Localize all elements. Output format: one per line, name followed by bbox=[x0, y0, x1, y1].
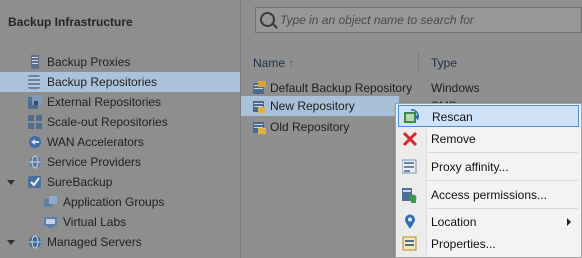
wan-accelerator-icon bbox=[28, 135, 42, 149]
infrastructure-panel: Backup Infrastructure Backup Proxies Bac… bbox=[0, 0, 241, 258]
menu-item-rescan[interactable]: Rescan bbox=[398, 105, 579, 127]
menu-item-label: Location bbox=[431, 215, 477, 229]
column-header-type[interactable]: Type bbox=[431, 56, 457, 70]
menu-separator bbox=[428, 152, 578, 153]
external-repository-icon bbox=[28, 95, 42, 109]
table-row-selected[interactable]: New Repository bbox=[241, 96, 399, 116]
menu-item-access-permissions[interactable]: Access permissions... bbox=[398, 184, 579, 206]
repository-type: Windows bbox=[431, 81, 480, 95]
menu-item-label: Properties... bbox=[431, 237, 496, 251]
sort-ascending-icon: ↑ bbox=[288, 56, 295, 70]
proxy-icon bbox=[28, 55, 42, 69]
tree-item-label: External Repositories bbox=[47, 95, 162, 109]
menu-item-remove[interactable]: Remove bbox=[398, 128, 579, 150]
service-provider-icon bbox=[28, 155, 42, 169]
column-separator[interactable] bbox=[418, 52, 419, 72]
repository-name: Default Backup Repository bbox=[270, 81, 413, 95]
tree-item-label: Virtual Labs bbox=[63, 215, 127, 229]
location-icon bbox=[402, 214, 418, 230]
tree-item-managed-servers[interactable]: Managed Servers bbox=[0, 232, 240, 252]
column-header-name[interactable]: Name ↑ bbox=[253, 56, 294, 70]
menu-item-proxy-affinity[interactable]: Proxy affinity... bbox=[398, 156, 579, 178]
tree-item-application-groups[interactable]: Application Groups bbox=[0, 192, 240, 212]
menu-item-properties[interactable]: Properties... bbox=[398, 233, 579, 255]
menu-separator bbox=[428, 208, 578, 209]
context-menu: Rescan Remove Proxy affinity... Access p… bbox=[395, 103, 582, 258]
menu-item-label: Access permissions... bbox=[431, 188, 548, 202]
tree-item-label: Service Providers bbox=[47, 155, 142, 169]
repository-icon bbox=[252, 81, 266, 95]
menu-item-label: Rescan bbox=[432, 110, 473, 124]
search-icon bbox=[260, 12, 275, 27]
scaleout-repository-icon bbox=[28, 115, 42, 129]
menu-item-location[interactable]: Location bbox=[398, 211, 579, 233]
menu-item-label: Proxy affinity... bbox=[431, 160, 509, 174]
tree-item-label: Backup Proxies bbox=[47, 55, 131, 69]
collapse-arrow-icon[interactable] bbox=[7, 240, 15, 245]
tree-item-external-repositories[interactable]: External Repositories bbox=[0, 92, 240, 112]
tree-item-wan-accelerators[interactable]: WAN Accelerators bbox=[0, 132, 240, 152]
repository-icon bbox=[252, 99, 266, 113]
tree-item-scaleout-repositories[interactable]: Scale-out Repositories bbox=[0, 112, 240, 132]
menu-item-label: Remove bbox=[431, 132, 476, 146]
virtual-lab-icon bbox=[44, 215, 58, 229]
repository-name: New Repository bbox=[270, 99, 355, 113]
tree-item-label: Backup Repositories bbox=[47, 75, 158, 89]
surebackup-icon bbox=[28, 175, 42, 189]
proxy-affinity-icon bbox=[401, 159, 418, 175]
properties-icon bbox=[402, 236, 418, 252]
menu-separator bbox=[428, 180, 578, 181]
tree-item-label: Managed Servers bbox=[47, 235, 142, 249]
rescan-icon bbox=[403, 109, 421, 125]
tree-item-backup-repositories[interactable]: Backup Repositories bbox=[0, 72, 240, 92]
repository-icon bbox=[28, 75, 40, 89]
tree-item-virtual-labs[interactable]: Virtual Labs bbox=[0, 212, 240, 232]
repository-icon bbox=[252, 120, 266, 134]
tree-item-label: Application Groups bbox=[63, 195, 165, 209]
tree-item-backup-proxies[interactable]: Backup Proxies bbox=[0, 52, 240, 72]
managed-servers-icon bbox=[28, 235, 42, 249]
search-input[interactable] bbox=[280, 11, 570, 29]
repository-name: Old Repository bbox=[270, 120, 350, 134]
application-group-icon bbox=[44, 195, 58, 209]
search-box[interactable] bbox=[255, 7, 582, 33]
table-row[interactable]: Default Backup Repository Windows bbox=[241, 78, 581, 98]
remove-icon bbox=[402, 131, 418, 147]
collapse-arrow-icon[interactable] bbox=[7, 180, 15, 185]
infrastructure-tree: Backup Proxies Backup Repositories Exter… bbox=[0, 52, 240, 252]
tree-item-label: WAN Accelerators bbox=[47, 135, 144, 149]
access-permissions-icon bbox=[402, 187, 418, 203]
panel-title: Backup Infrastructure bbox=[8, 15, 133, 29]
tree-item-label: Scale-out Repositories bbox=[47, 115, 168, 129]
submenu-arrow-icon bbox=[567, 218, 571, 226]
tree-item-service-providers[interactable]: Service Providers bbox=[0, 152, 240, 172]
tree-item-label: SureBackup bbox=[47, 175, 113, 189]
tree-item-surebackup[interactable]: SureBackup bbox=[0, 172, 240, 192]
